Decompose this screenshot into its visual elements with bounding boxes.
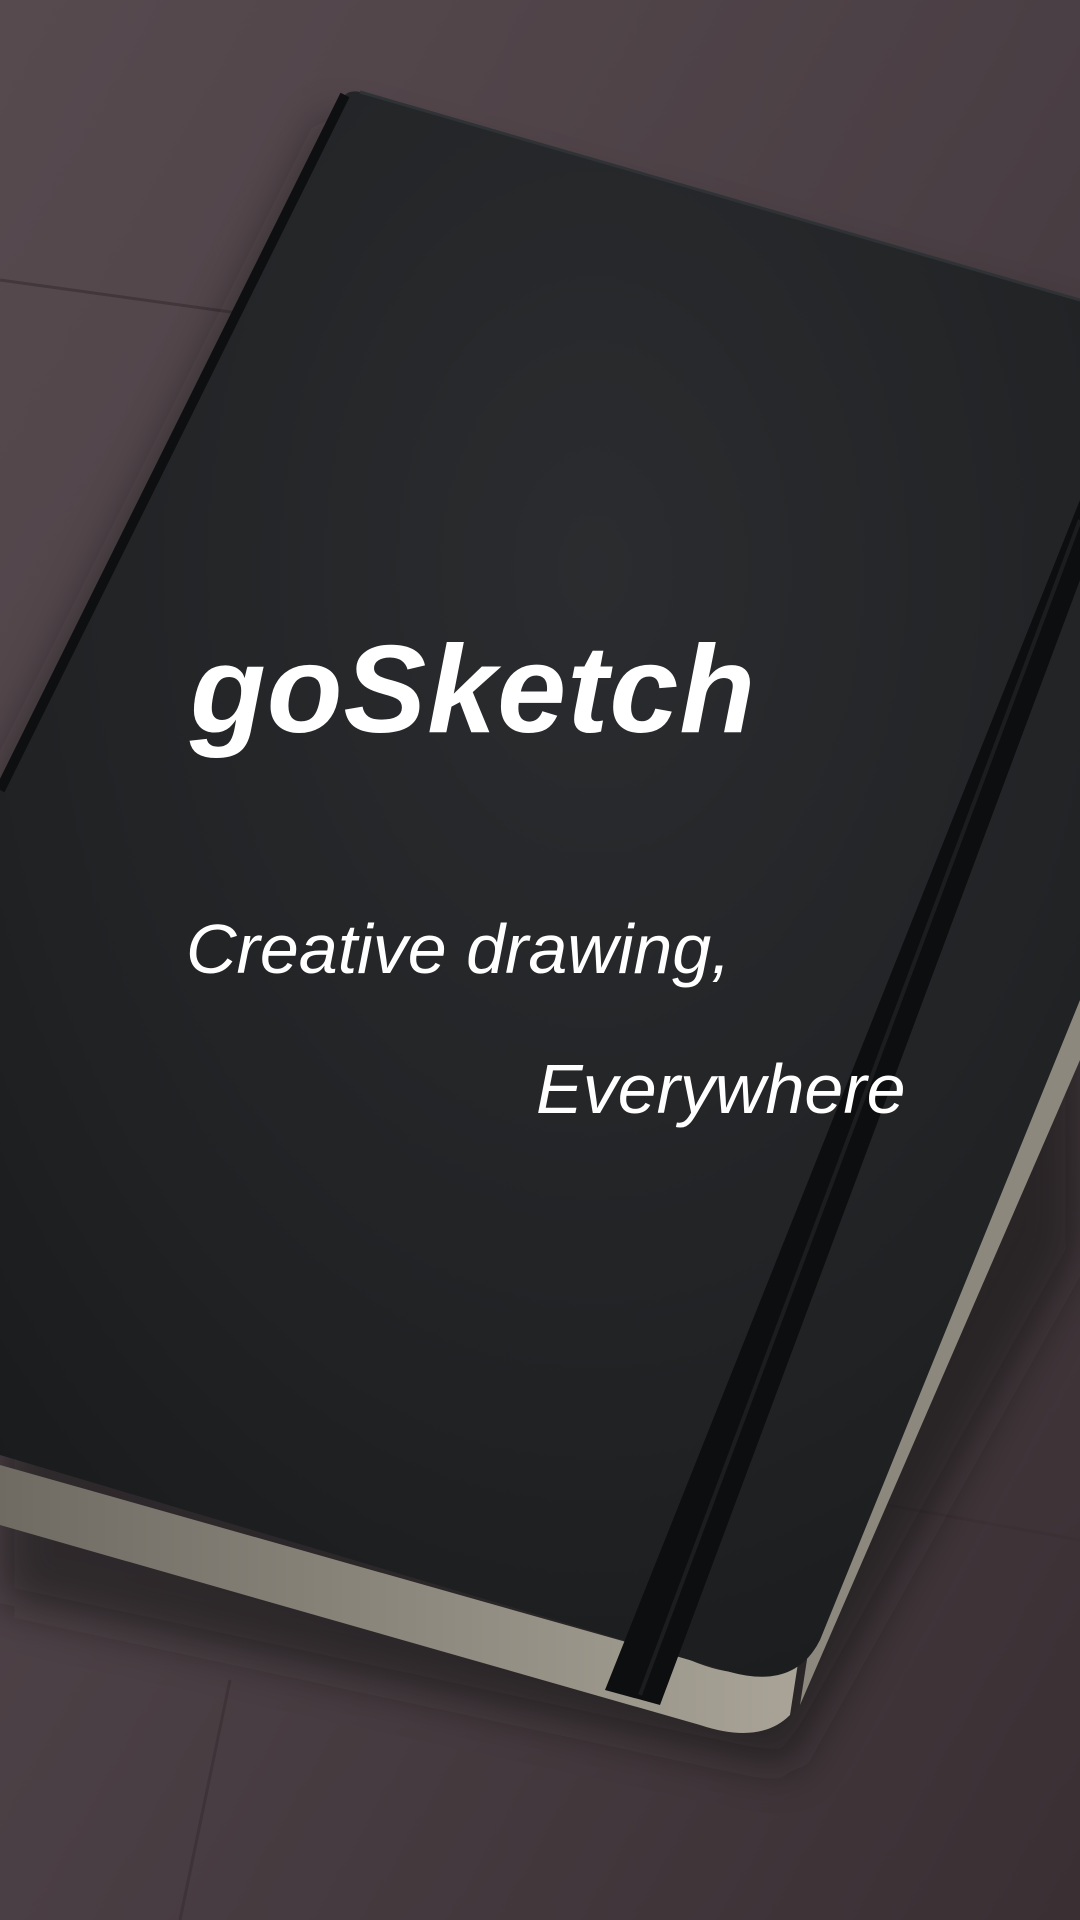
app-title: goSketch xyxy=(190,621,757,759)
tagline-line-1: Creative drawing, xyxy=(186,910,731,988)
tagline-line-2: Everywhere xyxy=(536,1050,906,1128)
splash-screen: goSketch Creative drawing, Everywhere xyxy=(0,0,1080,1920)
